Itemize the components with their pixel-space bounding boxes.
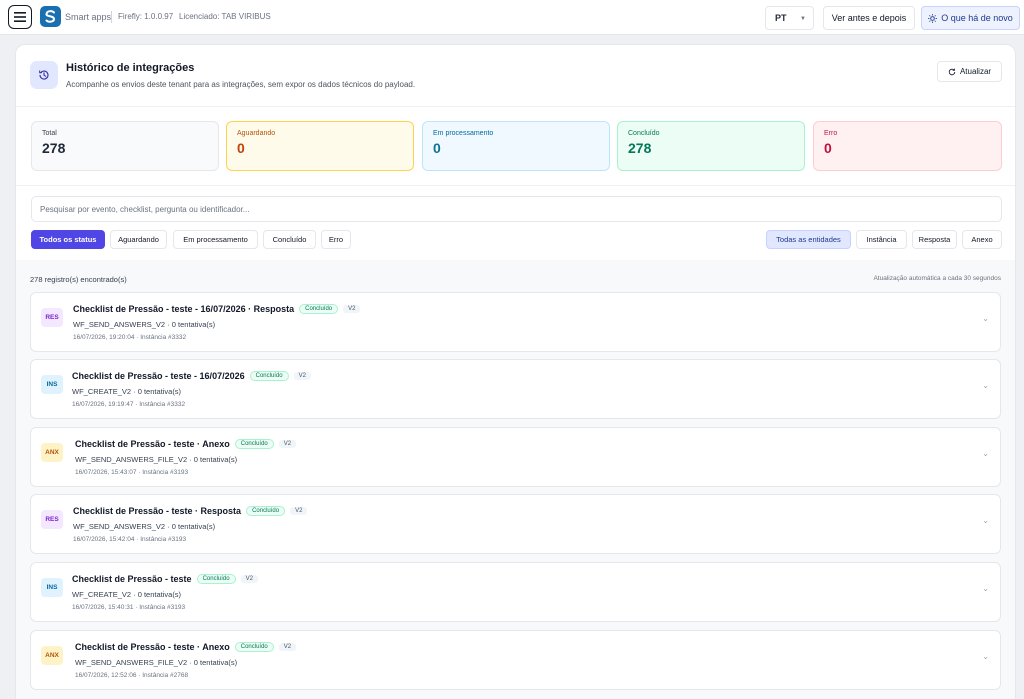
app-logo[interactable] xyxy=(40,6,61,27)
chevron-down-icon[interactable]: ⌄ xyxy=(982,449,989,458)
status-badge: Concluído xyxy=(249,371,289,381)
language-select[interactable]: PT ▼ xyxy=(765,6,814,30)
workflow-code: WF_SEND_ANSWERS_V2 · 0 tentativa(s) xyxy=(73,320,216,329)
list-item[interactable]: INS Checklist de Pressão - teste - 16/07… xyxy=(30,359,1001,419)
status-badge: Concluído xyxy=(234,439,274,449)
status-badge: Concluído xyxy=(299,304,339,314)
license-info: Licenciado: TAB VIRIBUS xyxy=(179,12,271,21)
version-badge: V2 xyxy=(278,643,297,651)
brand-name: Smart apps xyxy=(65,12,112,22)
version-badge: V2 xyxy=(343,305,361,313)
status-badge: Concluído xyxy=(234,642,274,652)
list-item[interactable]: INS Checklist de Pressão - teste Concluí… xyxy=(30,562,1001,622)
chevron-down-icon[interactable]: ⌄ xyxy=(982,314,989,323)
filter-status-done[interactable]: Concluído xyxy=(263,230,316,249)
stat-card-total: Total 278 xyxy=(31,121,219,171)
stat-label: Total xyxy=(42,130,57,137)
list-item[interactable]: ANX Checklist de Pressão - teste · Anexo… xyxy=(30,630,1001,690)
stat-card-waiting: Aguardando 0 xyxy=(226,121,414,171)
workflow-code: WF_CREATE_V2 · 0 tentativa(s) xyxy=(72,590,182,599)
item-title: Checklist de Pressão - teste xyxy=(72,574,192,584)
hamburger-icon xyxy=(14,12,26,22)
entity-tag: ANX xyxy=(41,646,63,665)
item-meta: 16/07/2026, 15:42:04 · Instância #3193 xyxy=(73,536,187,543)
divider xyxy=(111,11,112,23)
item-title: Checklist de Pressão - teste · Anexo xyxy=(75,439,230,449)
stat-value: 0 xyxy=(824,140,832,156)
app-version: Firefly: 1.0.0.97 xyxy=(118,12,174,21)
refresh-icon xyxy=(948,68,956,75)
filter-entity-all[interactable]: Todas as entidades xyxy=(766,230,851,249)
history-icon xyxy=(30,61,58,89)
page-subtitle: Acompanhe os envios deste tenant para as… xyxy=(66,80,416,89)
item-title: Checklist de Pressão - teste · Resposta xyxy=(73,506,242,516)
chevron-down-icon[interactable]: ⌄ xyxy=(982,584,989,593)
version-badge: V2 xyxy=(290,507,308,515)
stat-value: 278 xyxy=(628,140,652,156)
workflow-code: WF_SEND_ANSWERS_V2 · 0 tentativa(s) xyxy=(73,522,216,531)
stat-value: 278 xyxy=(42,140,66,156)
stat-card-processing: Em processamento 0 xyxy=(422,121,610,171)
page-title: Histórico de integrações xyxy=(66,62,195,74)
stat-label: Aguardando xyxy=(237,130,276,137)
item-meta: 16/07/2026, 19:19:47 · Instância #3332 xyxy=(72,401,186,408)
stat-card-error: Erro 0 xyxy=(813,121,1002,171)
item-meta: 16/07/2026, 12:52:06 · Instância #2768 xyxy=(75,672,189,679)
stat-label: Concluído xyxy=(628,130,660,137)
language-value: PT xyxy=(775,13,787,23)
item-meta: 16/07/2026, 15:43:07 · Instância #3193 xyxy=(75,469,189,476)
caret-down-icon: ▼ xyxy=(800,16,806,22)
compare-button[interactable]: Ver antes e depois xyxy=(823,6,915,30)
entity-tag: INS xyxy=(41,578,63,597)
sun-icon xyxy=(928,13,938,23)
search-input[interactable] xyxy=(31,196,1002,222)
whats-new-button[interactable]: O que há de novo xyxy=(921,6,1020,30)
top-bar: Smart apps Firefly: 1.0.0.97 Licenciado:… xyxy=(0,0,1024,35)
filter-entity-answer[interactable]: Resposta xyxy=(912,230,957,249)
refresh-label: Atualizar xyxy=(959,67,992,76)
filter-status-waiting[interactable]: Aguardando xyxy=(110,230,167,249)
chevron-down-icon[interactable]: ⌄ xyxy=(982,652,989,661)
filter-entity-attachment[interactable]: Anexo xyxy=(962,230,1002,249)
status-badge: Concluído xyxy=(196,574,236,584)
chevron-down-icon[interactable]: ⌄ xyxy=(982,381,989,390)
list-item[interactable]: RES Checklist de Pressão - teste · Respo… xyxy=(30,494,1001,554)
status-badge: Concluído xyxy=(246,506,286,516)
version-badge: V2 xyxy=(240,575,258,583)
workflow-code: WF_SEND_ANSWERS_FILE_V2 · 0 tentativa(s) xyxy=(75,455,238,464)
chevron-down-icon[interactable]: ⌄ xyxy=(982,516,989,525)
filter-status-processing[interactable]: Em processamento xyxy=(173,230,258,249)
stat-label: Em processamento xyxy=(433,130,494,137)
stat-value: 0 xyxy=(433,140,441,156)
filter-entity-instance[interactable]: Instância xyxy=(856,230,907,249)
refresh-button[interactable]: Atualizar xyxy=(937,61,1002,82)
divider xyxy=(16,185,1015,186)
stat-label: Erro xyxy=(824,130,838,137)
stat-value: 0 xyxy=(237,140,245,156)
workflow-code: WF_SEND_ANSWERS_FILE_V2 · 0 tentativa(s) xyxy=(75,658,238,667)
stat-card-done: Concluído 278 xyxy=(617,121,805,171)
item-title: Checklist de Pressão - teste - 16/07/202… xyxy=(73,304,295,314)
item-title: Checklist de Pressão - teste - 16/07/202… xyxy=(72,371,245,381)
whats-new-label: O que há de novo xyxy=(941,13,1013,23)
list-item[interactable]: ANX Checklist de Pressão - teste · Anexo… xyxy=(30,427,1001,487)
entity-tag: RES xyxy=(41,510,63,529)
page-header: Histórico de integrações Acompanhe os en… xyxy=(16,45,1015,107)
filter-status-all[interactable]: Todos os status xyxy=(31,230,105,249)
version-badge: V2 xyxy=(293,372,311,380)
item-meta: 16/07/2026, 15:40:31 · Instância #3193 xyxy=(72,604,186,611)
workflow-code: WF_CREATE_V2 · 0 tentativa(s) xyxy=(72,387,182,396)
version-badge: V2 xyxy=(278,440,297,448)
entity-tag: RES xyxy=(41,308,63,327)
entity-tag: ANX xyxy=(41,443,63,462)
entity-tag: INS xyxy=(41,375,63,394)
item-meta: 16/07/2026, 19:20:04 · Instância #3332 xyxy=(73,334,187,341)
list-item[interactable]: RES Checklist de Pressão - teste - 16/07… xyxy=(30,292,1001,352)
menu-button[interactable] xyxy=(8,5,32,29)
item-title: Checklist de Pressão - teste · Anexo xyxy=(75,642,230,652)
filter-status-error[interactable]: Erro xyxy=(321,230,351,249)
